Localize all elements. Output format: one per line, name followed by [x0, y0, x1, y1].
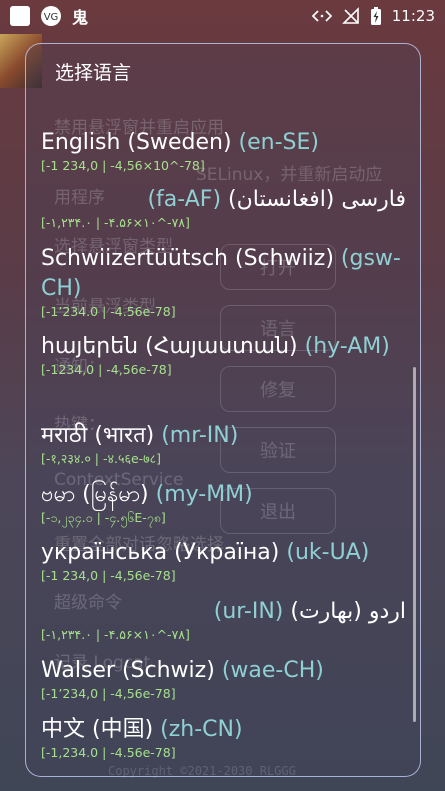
language-name: فارسی (افغانستان)	[228, 187, 406, 212]
language-code: (my-MM)	[155, 482, 253, 507]
language-sample: [-1 234,0 | -4,56e-78]	[41, 568, 176, 583]
language-item-my-mm[interactable]: ဗမာ (မြန်မာ) (my-MM) [-၁,၂၃၄.၀ | -၄.၅၆E-…	[41, 480, 406, 526]
language-name: ဗမာ (မြန်မာ)	[41, 482, 149, 507]
language-name: English (Sweden)	[41, 130, 232, 155]
language-item-uk-ua[interactable]: українська (Україна) (uk-UA) [-1 234,0 |…	[41, 538, 406, 584]
language-item-hy-am[interactable]: հայերեն (Հայաստան) (hy-AM) [-1234,0 | -4…	[41, 332, 406, 378]
language-name: հայերեն (Հայաստան)	[41, 334, 298, 359]
language-name: Schwiizertüütsch (Schwiiz)	[41, 246, 334, 271]
language-code: (uk-UA)	[286, 540, 370, 565]
language-item-fa-af[interactable]: فارسی (افغانستان) (fa-AF) [-۱,۲۳۴.۰ | -۴…	[41, 185, 406, 231]
language-name: Walser (Schwiz)	[41, 658, 215, 683]
language-code: (mr-IN)	[161, 423, 239, 448]
language-list: English (Sweden) (en-SE) [-1 234,0 | -4,…	[26, 44, 420, 776]
language-sample: [-1 234,0 | -4,56×10^-78]	[41, 158, 205, 173]
list-scrollbar[interactable]	[413, 367, 416, 722]
language-sample: [-1234,0 | -4,56e-78]	[41, 362, 172, 377]
language-item-gsw-ch[interactable]: Schwiizertüütsch (Schwiiz) (gsw-CH) [-1’…	[41, 244, 406, 320]
language-item-wae-ch[interactable]: Walser (Schwiz) (wae-CH) [-1’234,0 | -4,…	[41, 656, 406, 702]
language-code: (hy-AM)	[304, 334, 390, 359]
language-sample: [-1’234.0 | -4.56e-78]	[41, 304, 176, 319]
language-name: 中文 (中国)	[41, 717, 154, 742]
language-item-en-se[interactable]: English (Sweden) (en-SE) [-1 234,0 | -4,…	[41, 128, 406, 174]
language-item-zh-cn[interactable]: 中文 (中国) (zh-CN) [-1,234.0 | -4.56e-78]	[41, 715, 406, 761]
language-name: українська (Україна)	[41, 540, 280, 565]
language-sample: [-1’234,0 | -4,56e-78]	[41, 686, 176, 701]
language-code: (ur-IN)	[213, 599, 284, 624]
language-name: اردو (بھارت)	[290, 599, 406, 624]
language-sample: [-၁,၂၃၄.၀ | -၄.၅၆E-၇၈]	[41, 510, 166, 525]
language-code: (fa-AF)	[147, 187, 222, 212]
language-sample: [-۱,۲۳۴.۰ | -۴.۵۶×۱۰^-۷۸]	[41, 215, 190, 230]
language-code: (en-SE)	[238, 130, 319, 155]
language-sample: [-۱,۲۳۴.۰ | -۴.۵۶×۱۰^-۷۸]	[41, 627, 190, 642]
language-sample: [-1,234.0 | -4.56e-78]	[41, 745, 176, 760]
language-item-ur-in[interactable]: اردو (بھارت) (ur-IN) [-۱,۲۳۴.۰ | -۴.۵۶×۱…	[41, 597, 406, 643]
language-sample: [-१,२३४.० | -४.५६e-७८]	[41, 451, 162, 466]
language-dialog: 选择语言 English (Sweden) (en-SE) [-1 234,0 …	[25, 43, 421, 777]
language-code: (zh-CN)	[160, 717, 243, 742]
language-name: मराठी (भारत)	[41, 423, 155, 448]
language-item-mr-in[interactable]: मराठी (भारत) (mr-IN) [-१,२३४.० | -४.५६e-…	[41, 421, 406, 467]
language-code: (wae-CH)	[221, 658, 324, 683]
